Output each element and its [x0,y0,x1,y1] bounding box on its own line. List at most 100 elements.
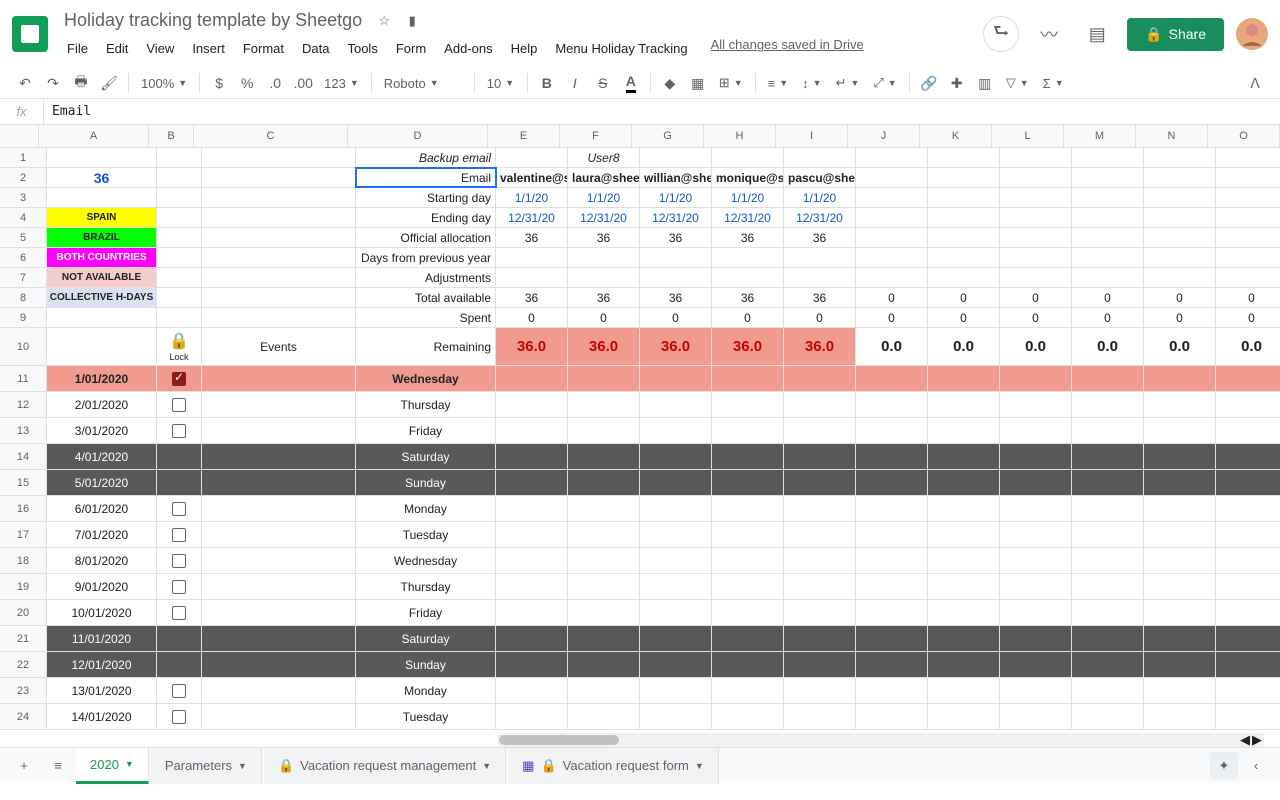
row-header[interactable]: 15 [0,470,47,495]
cell[interactable] [784,268,856,287]
side-panel-toggle[interactable]: ‹ [1240,752,1272,780]
cell[interactable]: 0.0 [1000,328,1072,365]
col-E[interactable]: E [488,125,560,147]
cell[interactable] [1144,392,1216,417]
cell[interactable] [1216,496,1280,521]
cell[interactable] [640,704,712,729]
cell[interactable] [202,704,356,729]
currency-icon[interactable]: $ [206,70,232,96]
cell[interactable]: 1/1/20 [712,188,784,207]
formula-input[interactable]: Email [44,99,1280,124]
cell[interactable] [202,600,356,625]
cell[interactable] [157,248,202,267]
cell[interactable] [712,418,784,443]
cell[interactable] [784,148,856,167]
cell[interactable] [496,548,568,573]
cell[interactable]: 1/1/20 [496,188,568,207]
cell[interactable]: 0 [856,308,928,327]
cell[interactable] [784,704,856,729]
row-header[interactable]: 20 [0,600,47,625]
cell[interactable]: 36 [640,228,712,247]
cell[interactable] [1072,208,1144,227]
cell[interactable]: 12/31/20 [712,208,784,227]
cell[interactable]: Starting day [356,188,496,207]
cell[interactable] [1216,704,1280,729]
cell[interactable]: Thursday [356,392,496,417]
row-header[interactable]: 23 [0,678,47,703]
cell[interactable] [1000,600,1072,625]
menu-format[interactable]: Format [236,37,291,60]
cell[interactable]: 36.0 [496,328,568,365]
cell[interactable] [784,392,856,417]
cell[interactable]: 36 [784,228,856,247]
cell[interactable]: 0 [856,288,928,307]
cell[interactable]: 12/31/20 [784,208,856,227]
print-icon[interactable]: 🖶 [68,70,94,96]
sheets-logo[interactable] [12,16,48,52]
scroll-left-icon[interactable]: ◀ [1240,732,1250,747]
cell[interactable] [640,626,712,651]
cell[interactable] [1216,600,1280,625]
cell[interactable] [1216,652,1280,677]
cell[interactable]: NOT AVAILABLE [47,268,157,287]
tab-vacation-request-form[interactable]: ▦🔒Vacation request form▼ [508,748,719,784]
menu-view[interactable]: View [139,37,181,60]
cell[interactable] [784,522,856,547]
cell[interactable] [568,418,640,443]
cell[interactable]: Remaining [356,328,496,365]
cell[interactable] [1144,522,1216,547]
cell[interactable]: Backup email [356,148,496,167]
cell[interactable] [1000,248,1072,267]
cell[interactable]: Saturday [356,626,496,651]
cell[interactable]: 36 [496,228,568,247]
cell[interactable] [640,678,712,703]
menu-data[interactable]: Data [295,37,336,60]
cell[interactable] [1000,148,1072,167]
cell[interactable] [1144,704,1216,729]
cell[interactable]: Official allocation [356,228,496,247]
cell[interactable] [568,496,640,521]
cell[interactable] [1144,148,1216,167]
cell[interactable] [568,574,640,599]
cell[interactable] [568,392,640,417]
cell[interactable] [1072,704,1144,729]
cell[interactable] [1072,444,1144,469]
row-header[interactable]: 6 [0,248,47,267]
row-header[interactable]: 10 [0,328,47,365]
tab-2020[interactable]: 2020▼ [76,748,149,784]
cell[interactable] [496,444,568,469]
cell[interactable] [202,444,356,469]
explore-button[interactable]: ✦ [1210,752,1238,780]
cell[interactable] [202,268,356,287]
cell[interactable]: 10/01/2020 [47,600,157,625]
cell[interactable] [1072,496,1144,521]
cell[interactable]: Monday [356,496,496,521]
cell[interactable] [202,288,356,307]
cell[interactable]: 8/01/2020 [47,548,157,573]
cell[interactable] [496,366,568,391]
cell[interactable]: Ending day [356,208,496,227]
cell[interactable] [568,268,640,287]
cell[interactable]: 1/1/20 [784,188,856,207]
borders-icon[interactable]: ▦ [685,70,711,96]
cell[interactable] [1144,248,1216,267]
cell[interactable] [202,168,356,187]
cell[interactable] [640,574,712,599]
cell[interactable]: valentine@s [496,168,568,187]
cell[interactable]: Spent [356,308,496,327]
col-D[interactable]: D [348,125,488,147]
cell[interactable] [928,392,1000,417]
cell[interactable] [496,652,568,677]
cell[interactable] [712,678,784,703]
cell[interactable]: 12/31/20 [496,208,568,227]
cell[interactable]: 12/31/20 [568,208,640,227]
cell[interactable] [856,248,928,267]
cell[interactable]: 11/01/2020 [47,626,157,651]
scroll-right-icon[interactable]: ▶ [1252,732,1262,747]
cell[interactable] [856,168,928,187]
cell[interactable]: 36 [496,288,568,307]
menu-edit[interactable]: Edit [99,37,135,60]
cell[interactable] [1216,188,1280,207]
cell[interactable] [1000,522,1072,547]
cell[interactable] [1216,248,1280,267]
